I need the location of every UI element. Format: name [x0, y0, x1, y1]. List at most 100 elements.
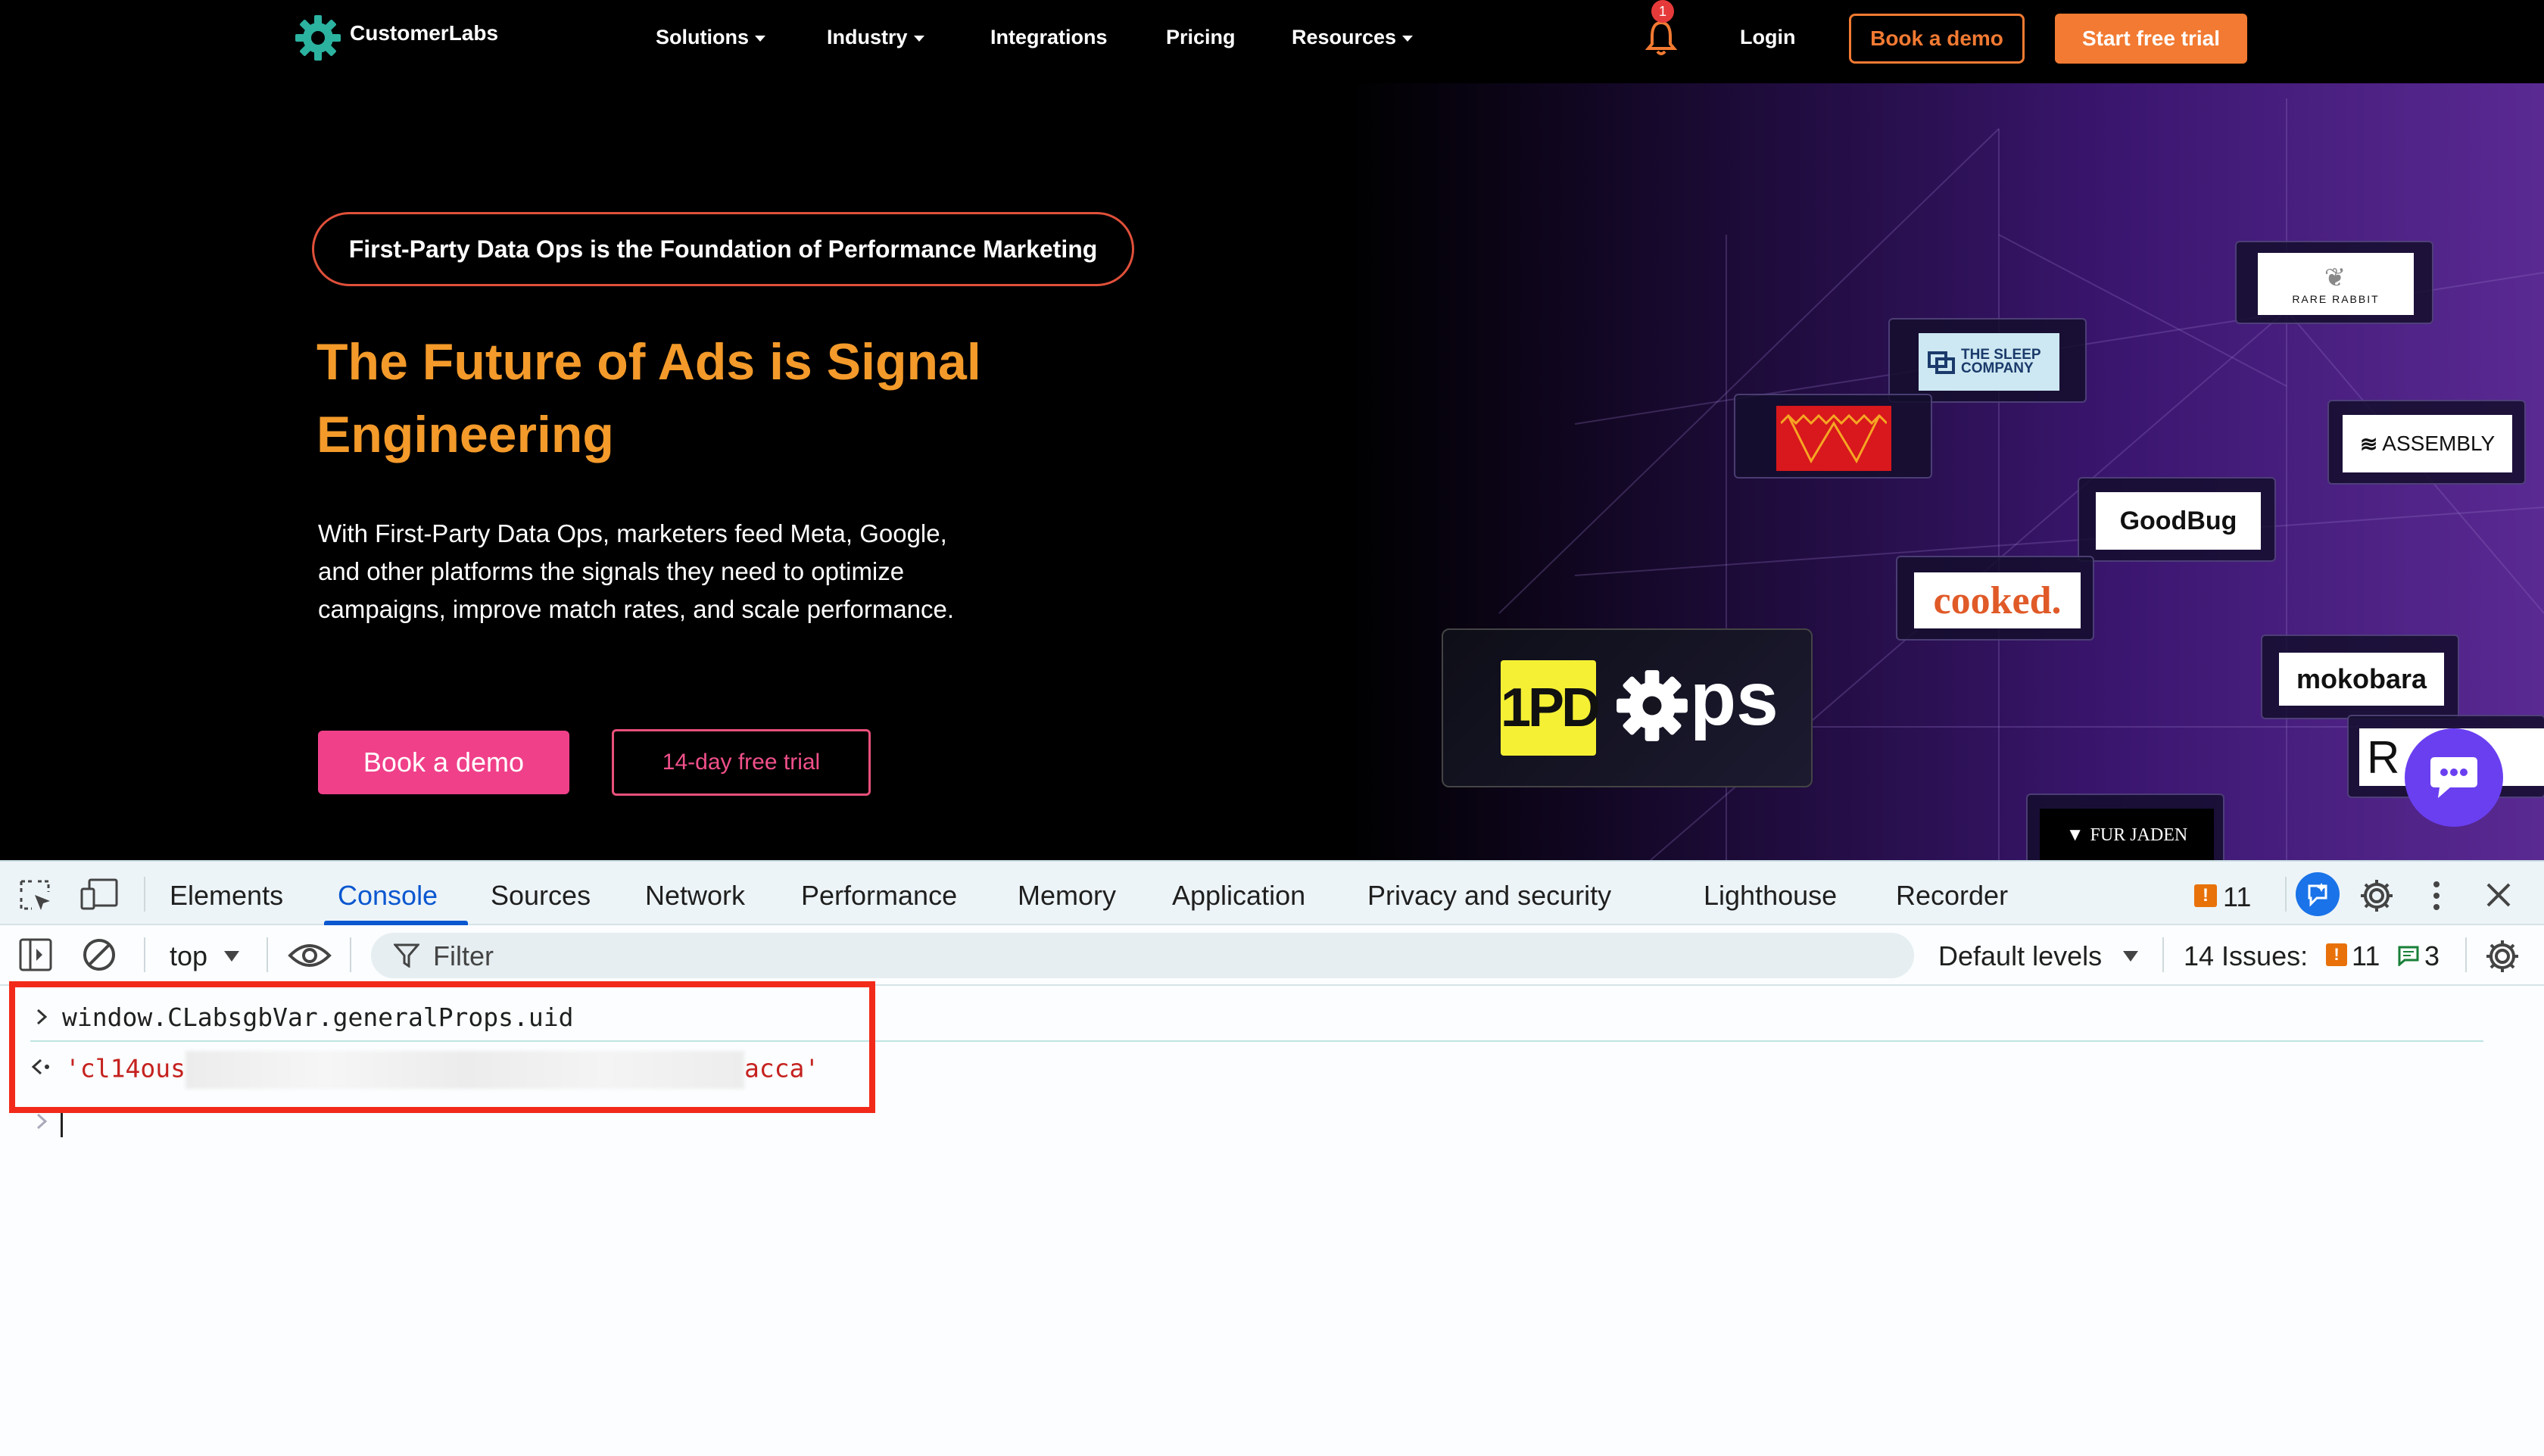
book-demo-nav-button[interactable]: Book a demo: [1849, 14, 2025, 64]
settings-gear-icon[interactable]: [2358, 877, 2396, 915]
logo-card-mokobara: mokobara: [2261, 634, 2459, 719]
nav-industry[interactable]: Industry: [827, 26, 924, 49]
logo-card-cooked: cooked.: [1896, 556, 2094, 641]
context-selector-value: top: [170, 940, 208, 971]
hero-description-line-3: campaigns, improve match rates, and scal…: [318, 595, 955, 623]
nav-integrations[interactable]: Integrations: [990, 26, 1108, 49]
logo-card-rare-rabbit: ❦ RARE RABBIT: [2235, 241, 2433, 324]
chevron-down-icon: [913, 35, 924, 42]
hero-headline: The Future of Ads is Signal Engineering: [316, 326, 1149, 471]
dropdown-arrow-icon: [2123, 951, 2138, 962]
warning-icon: !: [2194, 884, 2217, 907]
devtools-tab-bar: Elements Console Sources Network Perform…: [0, 860, 2544, 925]
free-trial-hero-button[interactable]: 14-day free trial: [612, 729, 871, 796]
w-logo-icon: [1781, 413, 1887, 464]
issues-count: 11: [2223, 881, 2252, 912]
toolbar-separator: [267, 937, 268, 972]
live-expression-eye-icon[interactable]: [288, 940, 332, 971]
book-demo-hero-button[interactable]: Book a demo: [318, 731, 569, 794]
filter-funnel-icon: [394, 943, 419, 968]
nav-pricing[interactable]: Pricing: [1166, 26, 1236, 49]
hero-headline-line-2: Engineering: [316, 406, 614, 463]
chat-bubble-icon: [2430, 757, 2477, 798]
logo-card-fur-jaden: ▼ FUR JADEN: [2026, 793, 2224, 860]
login-link[interactable]: Login: [1740, 26, 1795, 49]
start-free-trial-button[interactable]: Start free trial: [2055, 14, 2247, 64]
issues-summary-button[interactable]: 14 Issues: ! 11 3: [2181, 934, 2456, 977]
console-input-caret[interactable]: [61, 1110, 63, 1137]
device-toolbar-icon[interactable]: [80, 877, 120, 912]
hero-description: With First-Party Data Ops, marketers fee…: [318, 515, 1075, 628]
nav-industry-label: Industry: [827, 26, 908, 48]
issues-warning-count: 11: [2352, 940, 2380, 971]
info-message-icon: [2398, 946, 2419, 966]
rabbit-icon: ❦: [2324, 263, 2348, 292]
brand-name[interactable]: CustomerLabs: [350, 21, 498, 45]
console-toolbar: top Filter Default levels 14 Issues: ! 1…: [0, 925, 2544, 986]
toolbar-separator: [2162, 937, 2164, 972]
tab-privacy-and-security[interactable]: Privacy and security: [1367, 880, 1611, 912]
warning-icon: !: [2326, 943, 2347, 966]
logo-card-goodbug: GoodBug: [2078, 477, 2276, 562]
clear-console-icon[interactable]: [82, 937, 117, 972]
sidebar-toggle-icon[interactable]: [18, 937, 53, 972]
nav-solutions[interactable]: Solutions: [656, 26, 765, 49]
log-levels-dropdown[interactable]: Default levels: [1935, 934, 2150, 977]
goodbug-logo-text: GoodBug: [2119, 506, 2237, 535]
hero-description-line-1: With First-Party Data Ops, marketers fee…: [318, 519, 947, 547]
top-navigation: CustomerLabs Solutions Industry Integrat…: [0, 0, 2544, 83]
logo-card-sleep-company: THE SLEEP COMPANY: [1888, 318, 2087, 403]
toolbar-separator: [144, 937, 145, 972]
console-settings-gear-icon[interactable]: [2483, 937, 2521, 975]
issues-summary-label: 14 Issues:: [2184, 940, 2309, 971]
ops-logo-text: ps: [1690, 656, 1779, 741]
chevron-down-icon: [1402, 35, 1414, 42]
tab-performance[interactable]: Performance: [801, 880, 957, 912]
tab-elements[interactable]: Elements: [170, 880, 283, 912]
issues-info-count: 3: [2424, 940, 2440, 971]
input-prompt-chevron-icon: [36, 1113, 48, 1130]
devtools-panel: Elements Console Sources Network Perform…: [0, 860, 2544, 1456]
fur-jaden-logo-text: FUR JADEN: [2090, 825, 2188, 845]
tab-sources[interactable]: Sources: [491, 880, 591, 912]
toolbar-separator: [144, 877, 145, 912]
tab-console[interactable]: Console: [338, 880, 438, 912]
chevron-down-icon: [755, 35, 765, 42]
logo-card-w: [1734, 394, 1932, 479]
ai-assistance-button[interactable]: [2296, 872, 2340, 916]
ai-sparkle-icon: [2308, 883, 2327, 907]
issues-counter-button[interactable]: ! 11: [2194, 881, 2277, 912]
nav-resources[interactable]: Resources: [1292, 26, 1414, 49]
customerlabs-logo-icon[interactable]: [294, 14, 342, 62]
sleep-company-icon: [1928, 351, 1955, 374]
toolbar-separator: [2465, 937, 2467, 972]
tab-network[interactable]: Network: [645, 880, 745, 912]
mokobara-logo-text: mokobara: [2296, 663, 2427, 694]
close-icon[interactable]: [2485, 881, 2512, 909]
fur-jaden-mark-icon: ▼: [2065, 825, 2084, 845]
more-options-icon[interactable]: [2429, 878, 2444, 913]
tab-application[interactable]: Application: [1172, 880, 1305, 912]
inspect-element-icon[interactable]: [18, 878, 53, 913]
chat-widget-button[interactable]: [2405, 728, 2503, 827]
logo-card-assembly: ≋ ASSEMBLY: [2327, 400, 2526, 485]
hero-description-line-2: and other platforms the signals they nee…: [318, 557, 905, 585]
console-filter-input[interactable]: Filter: [371, 933, 1914, 978]
gear-icon: [1616, 670, 1688, 741]
hero-tagline-pill: First-Party Data Ops is the Foundation o…: [312, 212, 1134, 286]
website-viewport: CustomerLabs Solutions Industry Integrat…: [0, 0, 2544, 860]
notification-badge: 1: [1651, 0, 1674, 23]
assembly-logo-text: ASSEMBLY: [2382, 432, 2496, 455]
1pd-ops-card: 1PD ps: [1442, 628, 1813, 787]
filter-placeholder: Filter: [433, 940, 494, 971]
tab-recorder[interactable]: Recorder: [1896, 880, 2008, 912]
rare-rabbit-logo-text: RARE RABBIT: [2292, 293, 2380, 305]
hero-headline-line-1: The Future of Ads is Signal: [316, 333, 981, 391]
toolbar-separator: [350, 937, 351, 972]
tab-lighthouse[interactable]: Lighthouse: [1704, 880, 1837, 912]
sleep-company-line-2: COMPANY: [1961, 360, 2034, 376]
nav-solutions-label: Solutions: [656, 26, 749, 48]
log-levels-value: Default levels: [1938, 940, 2103, 971]
tab-memory[interactable]: Memory: [1018, 880, 1116, 912]
context-selector[interactable]: top: [168, 934, 251, 977]
